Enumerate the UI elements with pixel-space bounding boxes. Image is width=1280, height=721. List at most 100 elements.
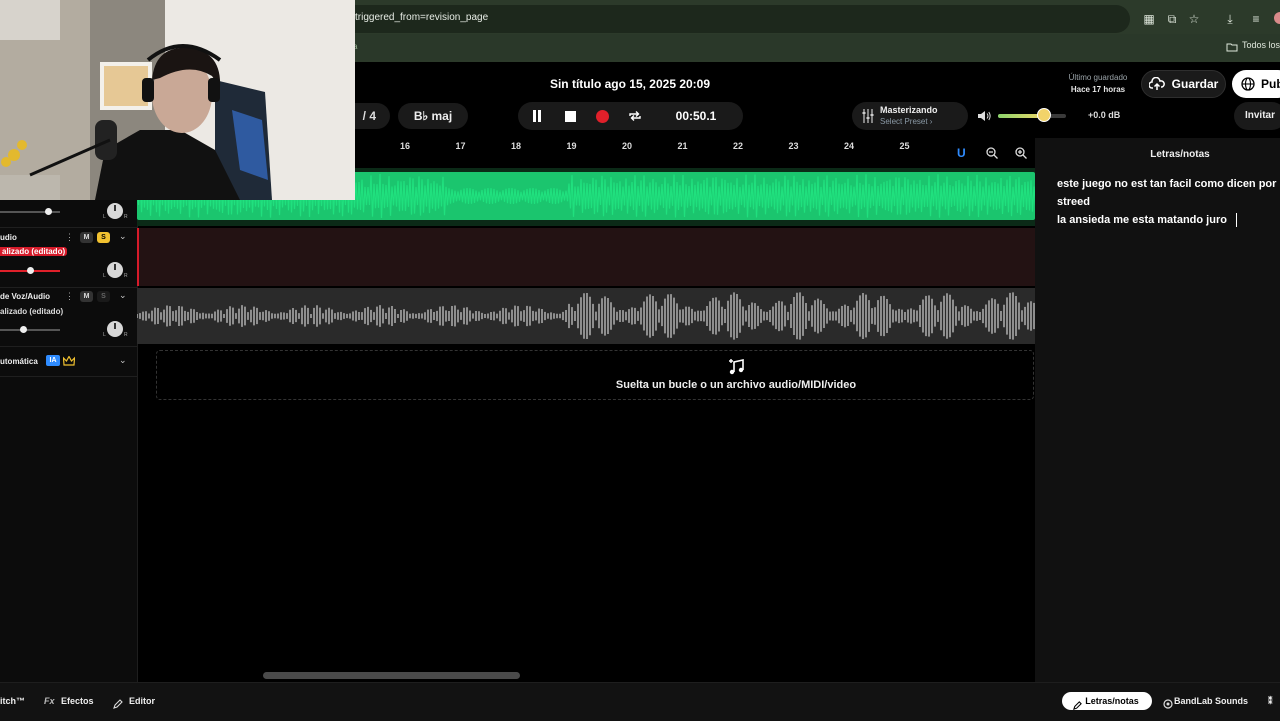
horizontal-scrollbar[interactable] [263, 672, 520, 679]
effects-tab[interactable]: Efectos [61, 696, 94, 706]
overflow-tab-icon[interactable]: ⁑ [1268, 696, 1273, 707]
ruler-bar-number[interactable]: 21 [678, 141, 688, 151]
track-divider [0, 376, 137, 377]
stop-button[interactable] [556, 102, 584, 130]
profile-avatar[interactable] [1274, 12, 1280, 24]
reader-mode-icon[interactable]: ▦ [1141, 11, 1157, 27]
lyrics-pencil-icon [1073, 697, 1082, 715]
drop-zone[interactable] [156, 350, 1034, 400]
bandlab-sounds-tab[interactable]: BandLab Sounds [1174, 696, 1248, 706]
automation-track-name[interactable]: utomática [0, 357, 38, 366]
track-3-volume-knob[interactable] [20, 326, 27, 333]
save-button-label: Guardar [1171, 77, 1219, 91]
folder-icon [1226, 39, 1238, 52]
pan-left-label: L [103, 214, 106, 220]
track-3-more-icon[interactable]: ⋮ [65, 291, 74, 302]
zoom-in-icon[interactable] [1015, 146, 1027, 164]
lyrics-line[interactable]: streed [1057, 196, 1090, 208]
track-3-name[interactable]: de Voz/Audio [0, 292, 50, 301]
track-divider [0, 287, 137, 288]
install-app-icon[interactable]: ⧉ [1164, 11, 1180, 27]
ruler-bar-number[interactable]: 22 [733, 141, 743, 151]
track-2-instrument[interactable]: alizado (editado) [0, 247, 68, 256]
mastering-label: Masterizando [880, 105, 938, 115]
track-2-solo-button[interactable]: S [97, 232, 110, 243]
editor-tab[interactable]: Editor [129, 696, 155, 706]
track-3-chevron-down-icon[interactable]: ⌄ [119, 290, 127, 301]
last-saved-time: Hace 17 horas [1070, 85, 1126, 94]
time-signature-label: / 4 [362, 109, 376, 123]
ruler-bar-number[interactable]: 19 [567, 141, 577, 151]
ia-badge: IA [46, 355, 60, 366]
pan-left-label: L [103, 273, 106, 279]
snap-magnet-icon[interactable]: U [957, 146, 969, 160]
publish-button[interactable]: Pub [1232, 70, 1280, 98]
pan-right-label: R [124, 214, 128, 220]
bandlab-sounds-icon [1163, 696, 1173, 714]
pan-left-label: L [103, 332, 106, 338]
time-display[interactable]: 00:50.1 [664, 102, 728, 130]
track-2-name[interactable]: udio [0, 233, 17, 242]
track-2-pan-knob[interactable] [107, 262, 123, 278]
stop-icon [564, 110, 576, 122]
track-3-solo-button[interactable]: S [97, 291, 110, 302]
lyrics-tab-label: Letras/notas [1085, 696, 1139, 706]
ruler-bar-number[interactable]: 17 [456, 141, 466, 151]
speaker-icon[interactable] [977, 109, 991, 127]
last-saved-label: Último guardado [1068, 73, 1128, 82]
track-1-volume-knob[interactable] [45, 208, 52, 215]
pencil-icon [113, 696, 123, 714]
master-volume-db: +0.0 dB [1088, 110, 1121, 120]
track-3-pan-knob[interactable] [107, 321, 123, 337]
all-bookmarks-link[interactable]: Todos los [1242, 40, 1280, 50]
zoom-out-icon[interactable] [986, 146, 998, 164]
select-preset-link[interactable]: Select Preset › [880, 117, 932, 126]
loop-button[interactable] [621, 102, 649, 130]
track-1-pan-knob[interactable] [107, 203, 123, 219]
address-bar-text: triggered_from=revision_page [355, 12, 489, 23]
save-button[interactable]: Guardar [1141, 70, 1226, 98]
automation-chevron-down-icon[interactable]: ⌄ [119, 355, 127, 366]
record-button[interactable] [588, 102, 616, 130]
track-2-chevron-down-icon[interactable]: ⌄ [119, 231, 127, 242]
track-3-audio-region[interactable] [136, 290, 1035, 347]
track-3-volume-slider[interactable] [0, 329, 60, 331]
key-button[interactable]: B♭ maj [398, 103, 468, 129]
lyrics-line[interactable]: la ansieda me esta matando juro [1057, 214, 1227, 226]
switch-tab[interactable]: itch™ [0, 696, 25, 706]
pan-right-label: R [124, 273, 128, 279]
ruler-bar-number[interactable]: 25 [900, 141, 910, 151]
download-icon[interactable]: ⤓ [1222, 11, 1238, 27]
ruler-bar-number[interactable]: 23 [789, 141, 799, 151]
crown-icon [62, 354, 76, 372]
track-2-volume-knob[interactable] [27, 267, 34, 274]
track-divider [0, 346, 137, 347]
ruler-bar-number[interactable]: 24 [844, 141, 854, 151]
track-2-more-icon[interactable]: ⋮ [65, 232, 74, 243]
globe-icon [1241, 77, 1255, 91]
track-divider [0, 227, 137, 228]
ruler-bar-number[interactable]: 18 [511, 141, 521, 151]
record-icon [595, 109, 609, 123]
publish-button-label: Pub [1261, 77, 1280, 91]
text-cursor [1236, 213, 1237, 227]
track-2-lane[interactable] [137, 228, 1035, 286]
ruler-bar-number[interactable]: 20 [622, 141, 632, 151]
invite-button[interactable]: Invitar [1234, 102, 1280, 130]
cloud-upload-icon [1148, 77, 1165, 90]
track-2-mute-button[interactable]: M [80, 232, 93, 243]
pause-button[interactable] [523, 102, 551, 130]
mastering-sliders-icon [862, 109, 874, 128]
track-3-mute-button[interactable]: M [80, 291, 93, 302]
lyrics-panel-title: Letras/notas [1150, 149, 1210, 160]
fx-icon: Fx [44, 696, 55, 706]
lyrics-line[interactable]: este juego no est tan facil como dicen p… [1057, 178, 1276, 190]
webcam-overlay [0, 0, 355, 200]
ruler-bar-number[interactable]: 16 [400, 141, 410, 151]
pan-right-label: R [124, 332, 128, 338]
media-control-icon[interactable]: ≡ [1248, 11, 1264, 27]
bookmark-star-icon[interactable]: ☆ [1186, 11, 1202, 27]
track-3-instrument[interactable]: alizado (editado) [0, 307, 63, 316]
master-volume-knob[interactable] [1037, 108, 1051, 122]
project-title[interactable]: Sin título ago 15, 2025 20:09 [480, 77, 780, 91]
